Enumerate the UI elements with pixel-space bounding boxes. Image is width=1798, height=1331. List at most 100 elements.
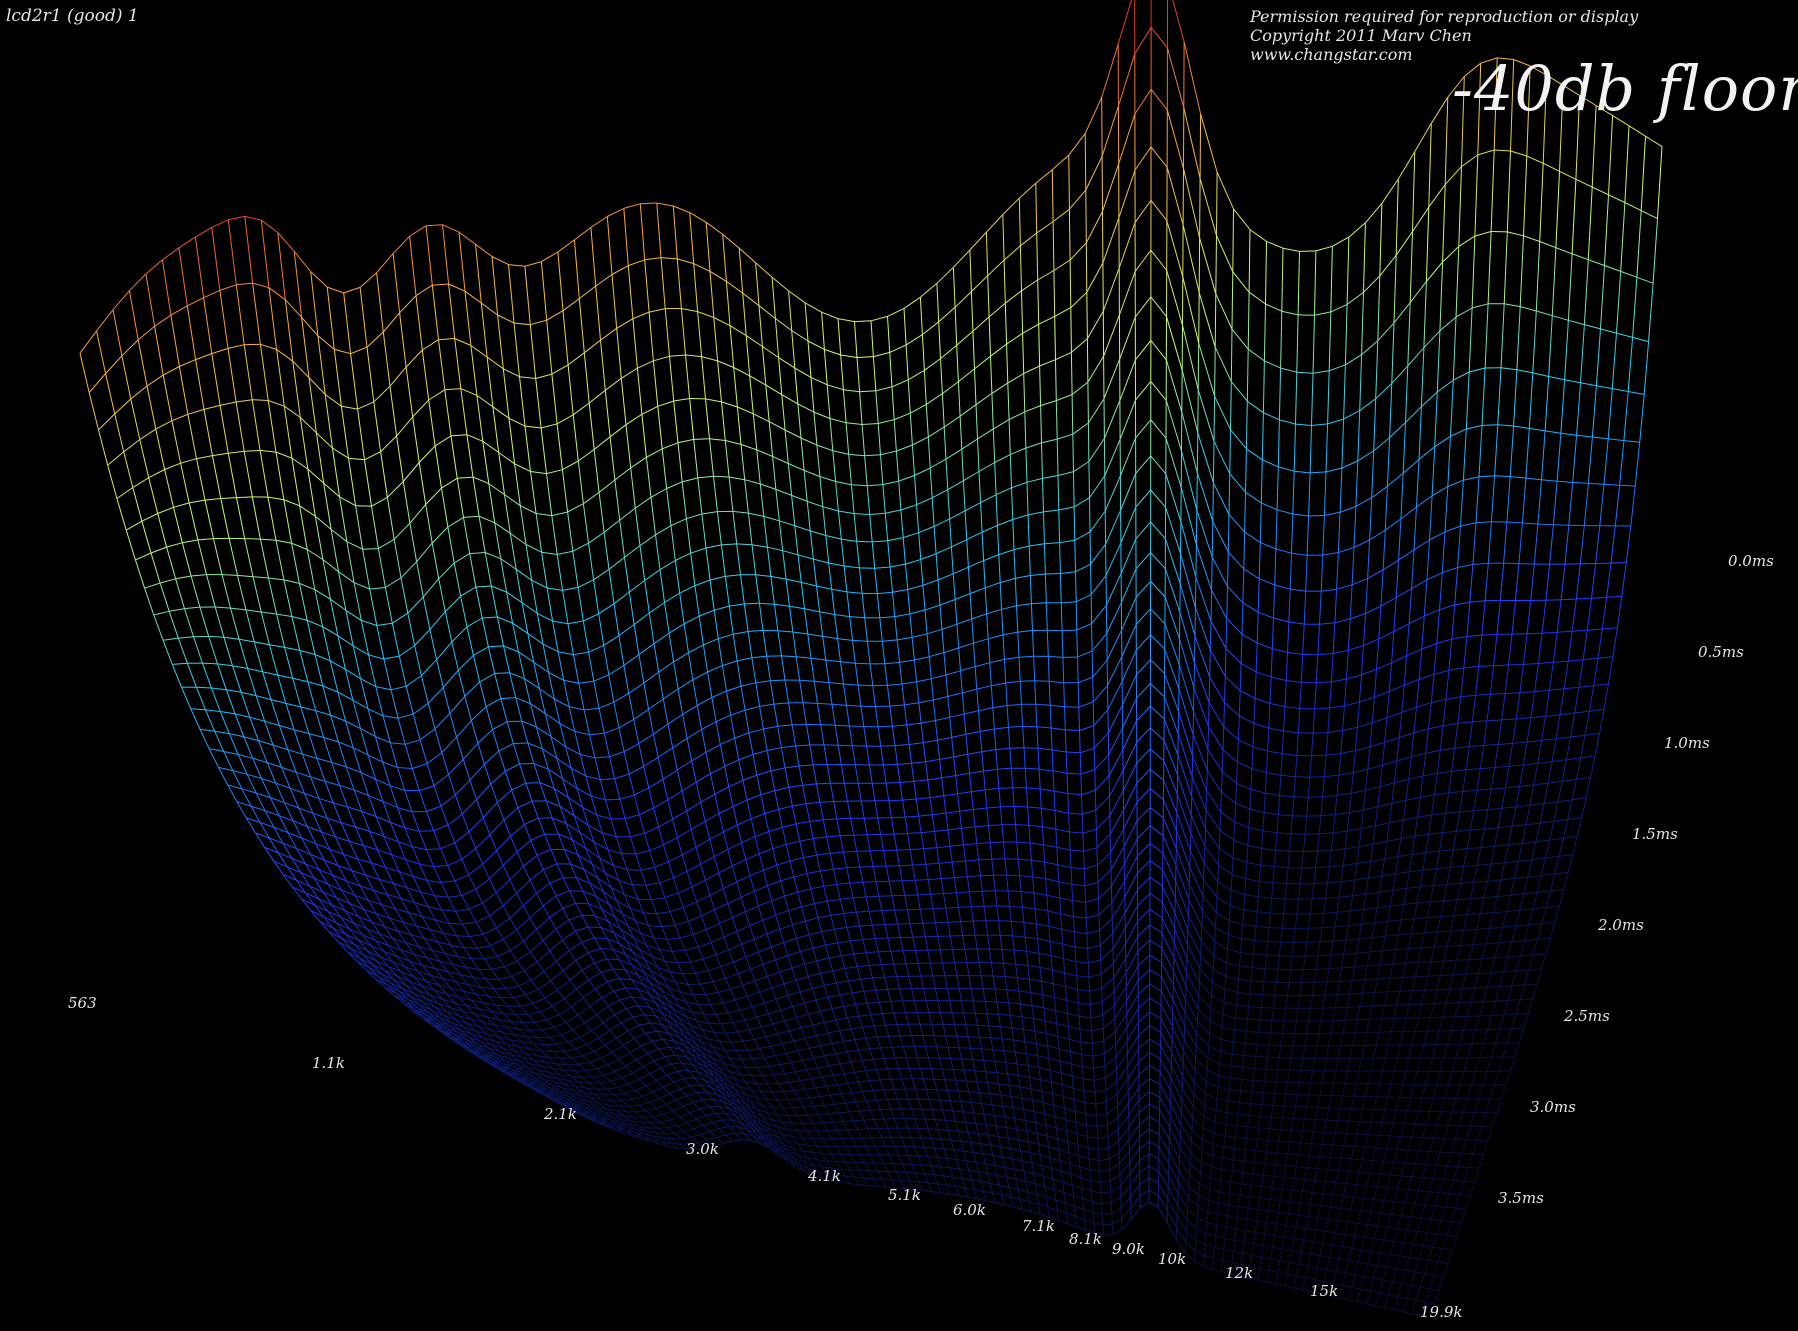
- mesh-line: [653, 1056, 665, 1062]
- mesh-line: [1295, 776, 1310, 778]
- mesh-line: [814, 680, 829, 684]
- mesh-line: [673, 1106, 684, 1112]
- mesh-line: [1424, 609, 1440, 617]
- mesh-line: [1128, 1124, 1140, 1140]
- mesh-line: [643, 671, 659, 684]
- mesh-line: [1234, 821, 1249, 829]
- mesh-line: [911, 633, 928, 638]
- mesh-line: [880, 450, 897, 456]
- mesh-line: [1158, 1183, 1169, 1200]
- mesh-line: [306, 549, 324, 560]
- mesh-line: [1247, 845, 1262, 849]
- mesh-line: [1105, 1069, 1117, 1079]
- mesh-line: [998, 1013, 1011, 1016]
- mesh-line: [759, 848, 773, 855]
- mesh-line: [404, 827, 420, 832]
- mesh-line: [1372, 1160, 1384, 1162]
- mesh-line: [359, 272, 377, 288]
- mesh-line: [1541, 873, 1555, 876]
- mesh-line: [1052, 1178, 1063, 1183]
- mesh-line: [1520, 954, 1534, 957]
- mesh-line: [1056, 1209, 1067, 1214]
- mesh-line: [471, 706, 487, 721]
- mesh-line: [632, 1066, 644, 1074]
- mesh-line: [1092, 659, 1108, 678]
- mesh-line: [1047, 910, 1061, 915]
- mesh-line: [712, 1119, 723, 1123]
- mesh-line: [1040, 400, 1057, 407]
- mesh-line: [1227, 1215, 1238, 1219]
- mesh-line: [709, 831, 724, 840]
- mesh-line: [531, 971, 545, 981]
- mesh-line: [1082, 1066, 1094, 1069]
- mesh-line: [1069, 1038, 1081, 1043]
- mesh-line: [1445, 1206, 1456, 1209]
- mesh-line: [958, 642, 974, 649]
- mesh-line: [1011, 1096, 1022, 1099]
- mesh-line: [1336, 792, 1352, 796]
- mesh-line: [1086, 262, 1104, 293]
- mesh-line: [1036, 726, 1052, 729]
- mesh-line: [419, 863, 434, 868]
- mesh-line: [368, 654, 385, 660]
- mesh-line: [252, 576, 269, 579]
- mesh-line: [843, 911, 857, 914]
- mesh-line: [772, 844, 787, 850]
- mesh-line: [1268, 727, 1284, 732]
- mesh-line: [718, 633, 734, 640]
- mesh-line: [1308, 1265, 1318, 1269]
- mesh-line: [921, 830, 935, 834]
- mesh-line: [1477, 149, 1495, 156]
- mesh-line: [1029, 543, 1045, 547]
- mesh-line: [469, 763, 485, 781]
- mesh-line: [732, 859, 747, 867]
- mesh-line: [397, 713, 414, 719]
- mesh-line: [1150, 581, 1166, 598]
- mesh-line: [1341, 460, 1359, 469]
- mesh-line: [1076, 623, 1092, 631]
- mesh-line: [768, 826, 783, 832]
- mesh-line: [955, 1079, 967, 1082]
- mesh-line: [1403, 1123, 1416, 1125]
- mesh-line: [220, 497, 237, 499]
- mesh-line: [866, 1099, 877, 1102]
- mesh-line: [645, 1079, 657, 1087]
- mesh-line: [651, 1038, 664, 1042]
- mesh-line: [1472, 720, 1488, 723]
- mesh-line: [1268, 1269, 1279, 1273]
- mesh-line: [338, 571, 355, 584]
- mesh-line: [475, 834, 491, 849]
- mesh-line: [1432, 1246, 1443, 1249]
- mesh-line: [1243, 568, 1260, 580]
- mesh-line: [1092, 685, 1108, 703]
- mesh-line: [1507, 231, 1524, 237]
- mesh-line: [1245, 1043, 1258, 1045]
- mesh-line: [1251, 1254, 1262, 1258]
- mesh-line: [1202, 895, 1217, 913]
- mesh-line: [987, 259, 1005, 277]
- mesh-line: [604, 1037, 617, 1046]
- mesh-line: [857, 965, 870, 968]
- mesh-line: [1199, 178, 1217, 236]
- mesh-line: [992, 1154, 1003, 1158]
- mesh-line: [686, 1092, 697, 1097]
- mesh-line: [857, 1128, 868, 1130]
- mesh-line: [1381, 873, 1396, 877]
- mesh-line: [1002, 1156, 1013, 1160]
- mesh-line: [1324, 774, 1339, 778]
- mesh-line: [1070, 1173, 1081, 1179]
- mesh-line: [1266, 954, 1280, 957]
- mesh-line: [786, 840, 800, 845]
- mesh-line: [1134, 27, 1152, 55]
- mesh-line: [683, 1077, 695, 1080]
- mesh-line: [1255, 671, 1272, 678]
- mesh-line: [744, 602, 760, 605]
- mesh-line: [974, 1070, 986, 1073]
- mesh-line: [1027, 1065, 1040, 1069]
- mesh-line: [416, 542, 433, 563]
- mesh-line: [977, 1024, 989, 1027]
- mesh-line: [1061, 1170, 1072, 1175]
- mesh-line: [1457, 564, 1473, 568]
- mesh-line: [943, 1148, 954, 1151]
- mesh-line: [1418, 1258, 1429, 1261]
